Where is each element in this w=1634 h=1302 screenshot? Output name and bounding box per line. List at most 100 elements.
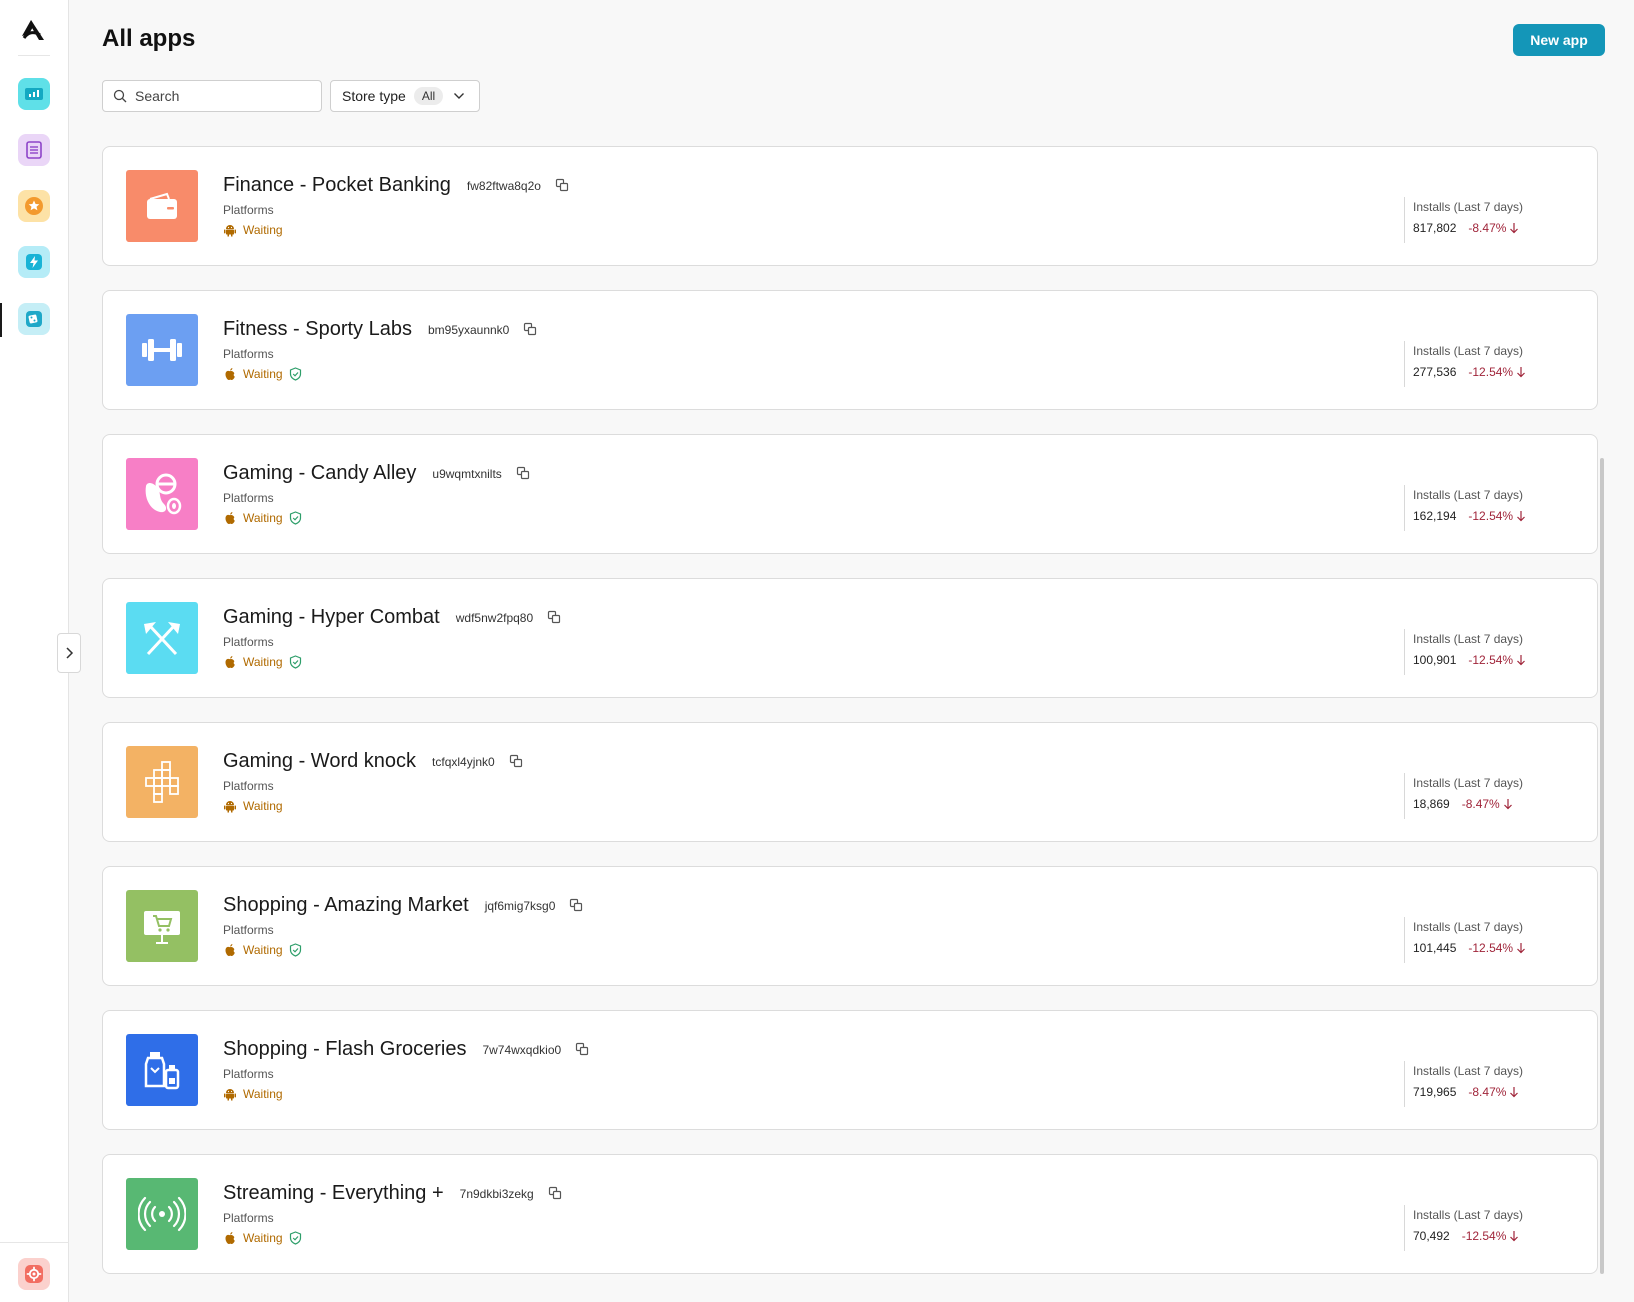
list-document-icon <box>26 141 42 159</box>
candy-icon <box>126 458 198 530</box>
lightning-icon <box>26 254 42 270</box>
installs-summary: Installs (Last 7 days) 817,802 -8.47% <box>1404 197 1523 243</box>
copy-icon[interactable] <box>548 1186 562 1200</box>
copy-icon[interactable] <box>569 898 583 912</box>
app-name[interactable]: Shopping - Amazing Market <box>223 894 469 917</box>
app-title-row: Gaming - Candy Alley u9wqmtxnilts <box>223 459 530 487</box>
status-row: Waiting <box>223 1086 283 1102</box>
android-icon <box>223 223 237 237</box>
app-name[interactable]: Gaming - Candy Alley <box>223 462 416 485</box>
installs-summary: Installs (Last 7 days) 70,492 -12.54% <box>1404 1205 1523 1251</box>
app-name[interactable]: Shopping - Flash Groceries <box>223 1038 466 1061</box>
apple-icon <box>223 943 237 957</box>
installs-label: Installs (Last 7 days) <box>1413 344 1524 358</box>
app-name[interactable]: Gaming - Word knock <box>223 750 416 773</box>
app-id: wdf5nw2fpq80 <box>455 611 534 625</box>
installs-label: Installs (Last 7 days) <box>1413 200 1524 214</box>
apple-icon <box>223 655 237 669</box>
installs-change: -8.47% <box>1468 1085 1507 1099</box>
app-name[interactable]: Fitness - Sporty Labs <box>223 318 412 341</box>
installs-label: Installs (Last 7 days) <box>1413 1064 1524 1078</box>
star-badge-icon <box>25 197 43 215</box>
broadcast-icon <box>126 1178 198 1250</box>
installs-summary: Installs (Last 7 days) 719,965 -8.47% <box>1404 1061 1523 1107</box>
app-card[interactable]: Shopping - Amazing Market jqf6mig7ksg0 P… <box>102 866 1598 986</box>
app-card[interactable]: Gaming - Hyper Combat wdf5nw2fpq80 Platf… <box>102 578 1598 698</box>
copy-icon[interactable] <box>555 178 569 192</box>
app-title-row: Shopping - Flash Groceries 7w74wxqdkio0 <box>223 1035 589 1063</box>
status-row: Waiting <box>223 942 302 958</box>
app-card[interactable]: Gaming - Candy Alley u9wqmtxnilts Platfo… <box>102 434 1598 554</box>
app-card[interactable]: Gaming - Word knock tcfqxl4yjnk0 Platfor… <box>102 722 1598 842</box>
installs-label: Installs (Last 7 days) <box>1413 488 1524 502</box>
installs-values: 162,194 -12.54% <box>1413 509 1526 523</box>
app-title-row: Gaming - Hyper Combat wdf5nw2fpq80 <box>223 603 561 631</box>
apple-icon <box>223 367 237 381</box>
installs-count: 100,901 <box>1413 653 1457 667</box>
app-card[interactable]: Streaming - Everything + 7n9dkbi3zekg Pl… <box>102 1154 1598 1274</box>
nav-reports[interactable] <box>18 134 50 166</box>
crossword-icon <box>126 746 198 818</box>
new-app-button[interactable]: New app <box>1513 24 1605 56</box>
status-text: Waiting <box>243 943 283 957</box>
app-name[interactable]: Finance - Pocket Banking <box>223 174 451 197</box>
crossed-axes-icon <box>126 602 198 674</box>
platforms-label: Platforms <box>223 1211 274 1225</box>
status-text: Waiting <box>243 655 283 669</box>
verified-shield-icon <box>289 511 302 525</box>
copy-icon[interactable] <box>516 466 530 480</box>
arrow-down-icon <box>1516 942 1526 954</box>
app-card[interactable]: Finance - Pocket Banking fw82ftwa8q2o Pl… <box>102 146 1598 266</box>
search-input[interactable] <box>135 88 305 104</box>
nav-settings[interactable] <box>18 1258 50 1290</box>
app-id: bm95yxaunnk0 <box>427 323 510 337</box>
copy-icon[interactable] <box>547 610 561 624</box>
installs-values: 101,445 -12.54% <box>1413 941 1526 955</box>
android-icon <box>223 1087 237 1101</box>
app-name[interactable]: Streaming - Everything + <box>223 1182 444 1205</box>
installs-change: -12.54% <box>1468 365 1514 379</box>
app-card[interactable]: Shopping - Flash Groceries 7w74wxqdkio0 … <box>102 1010 1598 1130</box>
copy-icon[interactable] <box>509 754 523 768</box>
app-title-row: Fitness - Sporty Labs bm95yxaunnk0 <box>223 315 537 343</box>
bar-chart-icon <box>25 88 43 100</box>
store-type-label: Store type <box>342 88 406 104</box>
sidebar-expand-button[interactable] <box>57 633 81 673</box>
installs-change: -12.54% <box>1461 1229 1507 1243</box>
dumbbell-icon <box>126 314 198 386</box>
copy-icon[interactable] <box>523 322 537 336</box>
platforms-label: Platforms <box>223 1067 274 1081</box>
installs-summary: Installs (Last 7 days) 277,536 -12.54% <box>1404 341 1526 387</box>
installs-count: 101,445 <box>1413 941 1457 955</box>
sidebar-divider <box>0 1242 69 1243</box>
app-card[interactable]: Fitness - Sporty Labs bm95yxaunnk0 Platf… <box>102 290 1598 410</box>
wallet-icon <box>126 170 198 242</box>
status-row: Waiting <box>223 366 302 382</box>
groceries-icon <box>126 1034 198 1106</box>
app-list: Finance - Pocket Banking fw82ftwa8q2o Pl… <box>102 146 1598 1298</box>
nav-automation[interactable] <box>18 246 50 278</box>
status-row: Waiting <box>223 222 283 238</box>
installs-change: -8.47% <box>1468 221 1507 235</box>
store-type-dropdown[interactable]: Store type All <box>330 80 480 112</box>
nav-analytics[interactable] <box>18 78 50 110</box>
app-name[interactable]: Gaming - Hyper Combat <box>223 606 440 629</box>
scrollbar[interactable] <box>1600 458 1604 1274</box>
app-title-row: Finance - Pocket Banking fw82ftwa8q2o <box>223 171 569 199</box>
app-title-row: Gaming - Word knock tcfqxl4yjnk0 <box>223 747 523 775</box>
app-id: u9wqmtxnilts <box>432 467 502 481</box>
installs-count: 719,965 <box>1413 1085 1457 1099</box>
app-id: tcfqxl4yjnk0 <box>432 755 495 769</box>
apple-icon <box>223 511 237 525</box>
nav-apps[interactable] <box>18 303 50 335</box>
chevron-right-icon <box>66 647 74 659</box>
copy-icon[interactable] <box>575 1042 589 1056</box>
status-row: Waiting <box>223 654 302 670</box>
installs-summary: Installs (Last 7 days) 162,194 -12.54% <box>1404 485 1526 531</box>
installs-change: -12.54% <box>1468 653 1514 667</box>
logo-icon[interactable] <box>18 14 48 44</box>
search-box <box>102 80 322 112</box>
nav-reviews[interactable] <box>18 190 50 222</box>
gear-icon <box>25 1265 43 1283</box>
installs-values: 817,802 -8.47% <box>1413 221 1523 235</box>
